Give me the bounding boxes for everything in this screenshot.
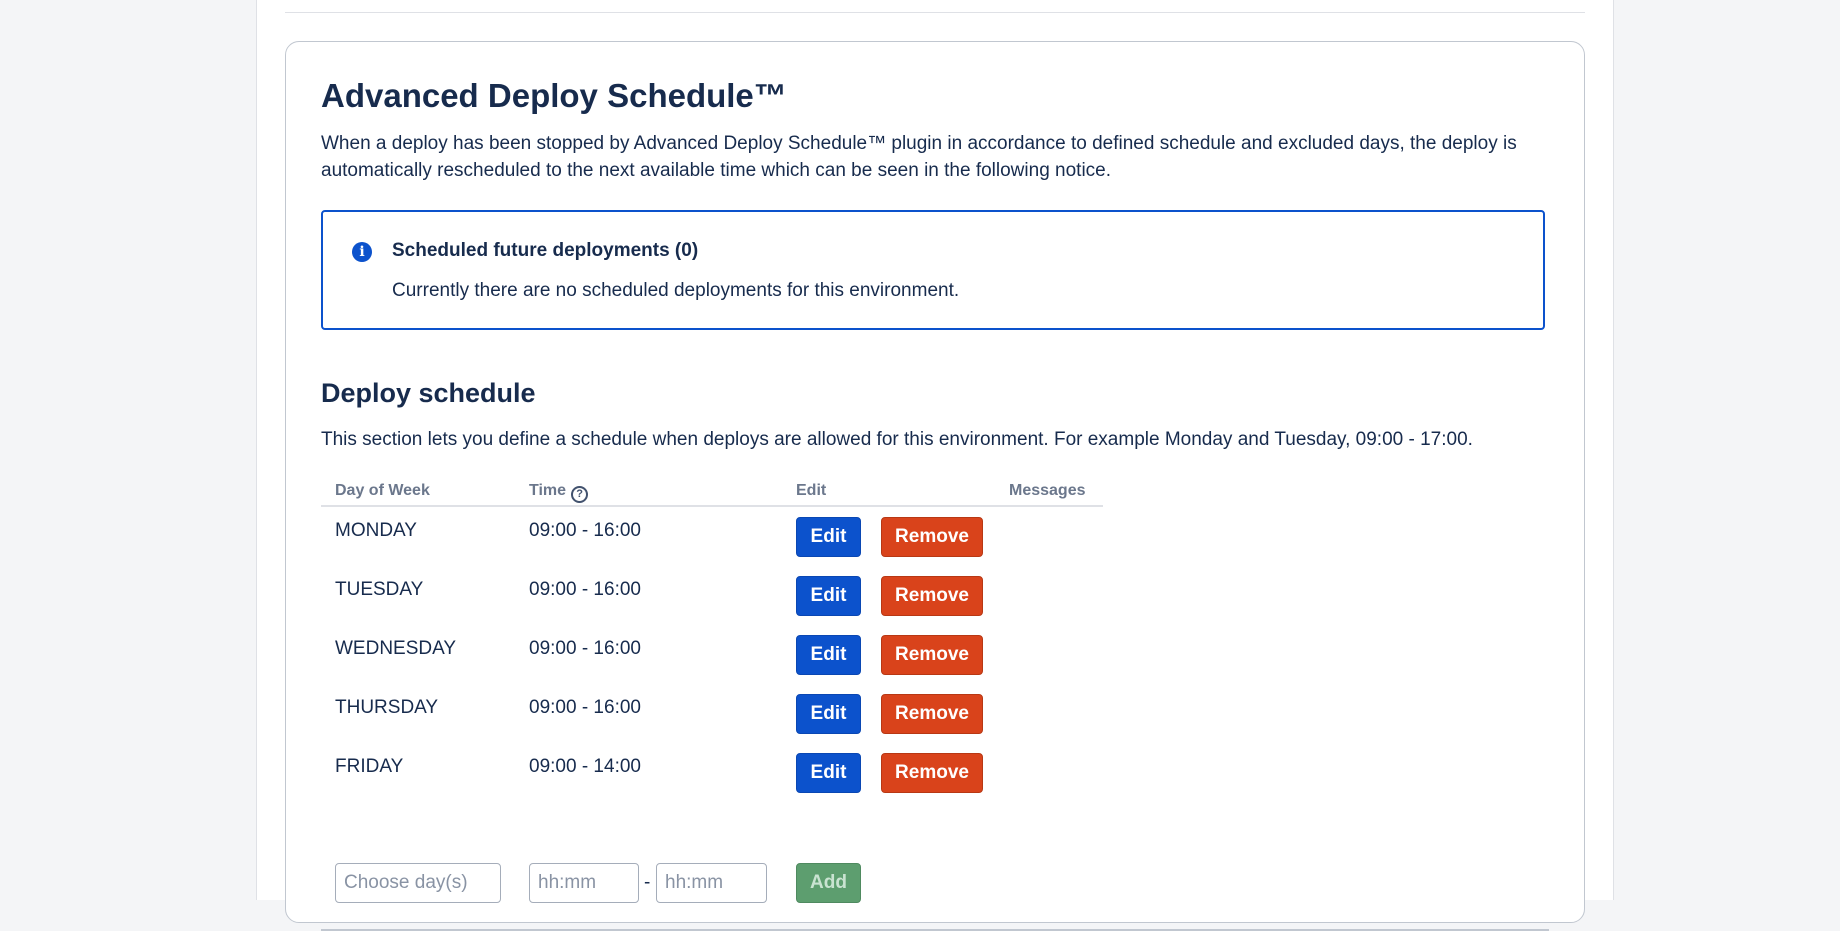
edit-button[interactable]: Edit xyxy=(796,517,861,557)
help-icon[interactable]: ? xyxy=(571,486,589,503)
table-row: MONDAY 09:00 - 16:00 Edit Remove xyxy=(321,509,1103,568)
row-time: 09:00 - 16:00 xyxy=(529,697,641,718)
edit-button[interactable]: Edit xyxy=(796,694,861,734)
add-button[interactable]: Add xyxy=(796,863,861,903)
remove-button[interactable]: Remove xyxy=(881,517,983,557)
row-time: 09:00 - 16:00 xyxy=(529,520,641,541)
page-title: Advanced Deploy Schedule™ xyxy=(321,77,787,114)
section-description: This section lets you define a schedule … xyxy=(321,429,1473,450)
column-header-time-label: Time xyxy=(529,482,567,499)
column-header-messages: Messages xyxy=(1009,482,1086,499)
choose-days-input[interactable] xyxy=(335,863,501,903)
edit-button[interactable]: Edit xyxy=(796,635,861,675)
start-time-input[interactable] xyxy=(529,863,639,903)
row-day: MONDAY xyxy=(335,520,417,541)
column-header-day: Day of Week xyxy=(335,482,430,499)
end-time-input[interactable] xyxy=(656,863,767,903)
time-separator: - xyxy=(644,872,651,893)
page-column: Advanced Deploy Schedule™ When a deploy … xyxy=(256,0,1614,931)
notice-body: Currently there are no scheduled deploym… xyxy=(392,280,960,301)
row-day: THURSDAY xyxy=(335,697,439,718)
row-time: 09:00 - 16:00 xyxy=(529,638,641,659)
intro-text: When a deploy has been stopped by Advanc… xyxy=(321,133,1517,181)
notice-title: Scheduled future deployments (0) xyxy=(392,240,699,261)
table-row: WEDNESDAY 09:00 - 16:00 Edit Remove xyxy=(321,627,1103,686)
row-time: 09:00 - 16:00 xyxy=(529,579,641,600)
section-title: Deploy schedule xyxy=(321,378,536,408)
remove-button[interactable]: Remove xyxy=(881,753,983,793)
schedule-table-header: Day of Week Time? Edit Messages xyxy=(321,472,1103,507)
column-header-edit: Edit xyxy=(796,482,827,499)
top-divider xyxy=(285,12,1585,13)
row-day: FRIDAY xyxy=(335,756,404,777)
info-icon: i xyxy=(352,242,372,262)
table-row: THURSDAY 09:00 - 16:00 Edit Remove xyxy=(321,686,1103,745)
row-time: 09:00 - 14:00 xyxy=(529,756,641,777)
edit-button[interactable]: Edit xyxy=(796,753,861,793)
info-notice: i Scheduled future deployments (0) Curre… xyxy=(321,210,1545,330)
remove-button[interactable]: Remove xyxy=(881,576,983,616)
column-header-time: Time? xyxy=(529,482,589,503)
remove-button[interactable]: Remove xyxy=(881,635,983,675)
remove-button[interactable]: Remove xyxy=(881,694,983,734)
row-day: TUESDAY xyxy=(335,579,424,600)
add-schedule-row: - Add xyxy=(321,860,1103,910)
edit-button[interactable]: Edit xyxy=(796,576,861,616)
row-day: WEDNESDAY xyxy=(335,638,457,659)
deploy-schedule-panel: Advanced Deploy Schedule™ When a deploy … xyxy=(285,41,1585,931)
table-row: FRIDAY 09:00 - 14:00 Edit Remove xyxy=(321,745,1103,804)
table-row: TUESDAY 09:00 - 16:00 Edit Remove xyxy=(321,568,1103,627)
